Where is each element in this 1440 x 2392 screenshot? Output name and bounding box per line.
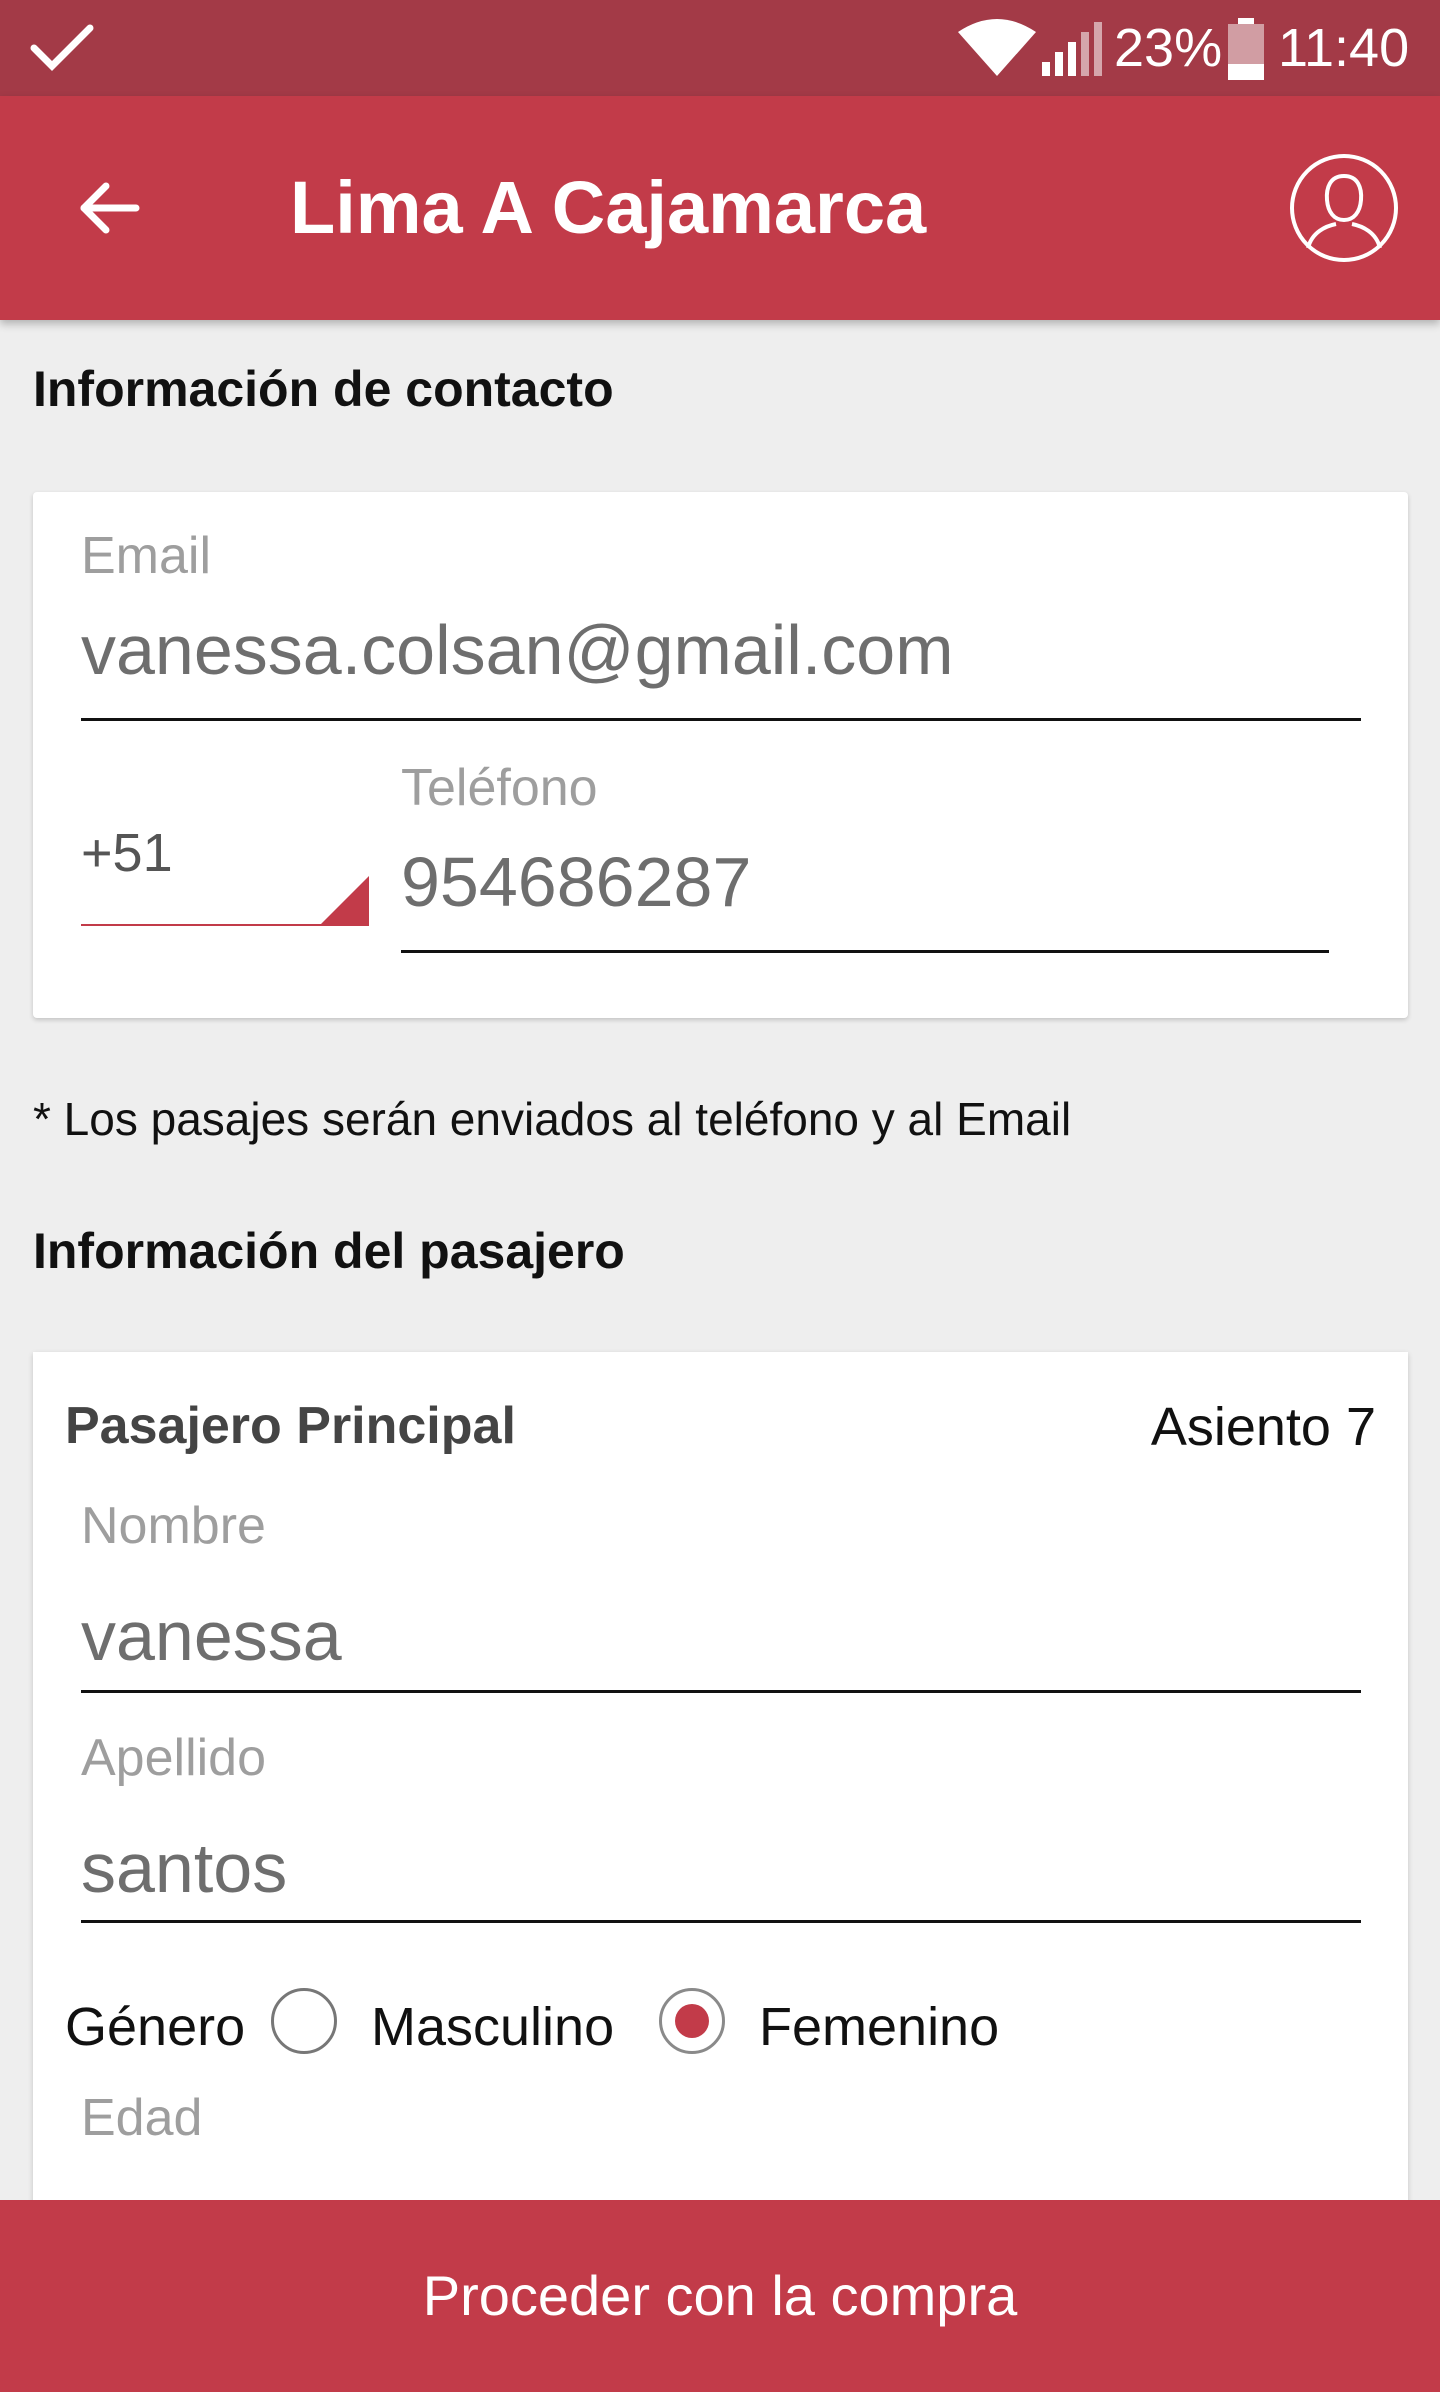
signal-icon [1042,22,1102,76]
email-underline [81,718,1361,721]
app-toolbar: Lima A Cajamarca [0,96,1440,320]
battery-icon [1228,18,1264,80]
radio-femenino[interactable] [659,1988,725,2054]
contact-card: Email vanessa.colsan@gmail.com +51 Teléf… [33,492,1408,1018]
user-avatar-icon[interactable] [1288,152,1400,264]
lastname-underline [81,1920,1361,1923]
page-title: Lima A Cajamarca [290,166,927,249]
dropdown-triangle-icon[interactable] [319,876,369,926]
proceed-purchase-button[interactable]: Proceder con la compra [0,2200,1440,2392]
passenger-card-title: Pasajero Principal [65,1397,516,1455]
radio-masculino[interactable] [271,1988,337,2054]
passenger-card: Pasajero Principal Asiento 7 Nombre vane… [33,1352,1408,2252]
age-label: Edad [81,2089,203,2147]
contact-note: * Los pasajes serán enviados al teléfono… [33,1093,1072,1145]
phone-underline [401,950,1329,953]
lastname-label: Apellido [81,1729,267,1787]
passenger-section-title: Información del pasajero [33,1223,625,1279]
status-bar: 23% 11:40 [0,0,1440,96]
clock: 11:40 [1278,18,1410,78]
check-icon [30,24,94,71]
radio-masculino-label[interactable]: Masculino [371,1996,614,2058]
phone-label: Teléfono [401,759,598,817]
radio-femenino-label[interactable]: Femenino [759,1996,999,2058]
contact-section-title: Información de contacto [33,361,614,417]
seat-label: Asiento 7 [1150,1397,1376,1457]
country-code-select[interactable]: +51 [81,822,173,884]
battery-percent: 23% [1114,18,1223,78]
name-underline [81,1690,1361,1693]
wifi-icon [958,19,1036,76]
name-label: Nombre [81,1497,266,1555]
phone-field[interactable]: 954686287 [401,842,751,922]
gender-label: Género [65,1997,246,2057]
arrow-left-icon[interactable] [70,168,150,248]
lastname-field[interactable]: santos [81,1828,287,1908]
name-field[interactable]: vanessa [81,1596,342,1676]
email-label: Email [81,527,212,585]
radio-selected-dot [675,2004,709,2038]
email-field[interactable]: vanessa.colsan@gmail.com [81,610,954,690]
